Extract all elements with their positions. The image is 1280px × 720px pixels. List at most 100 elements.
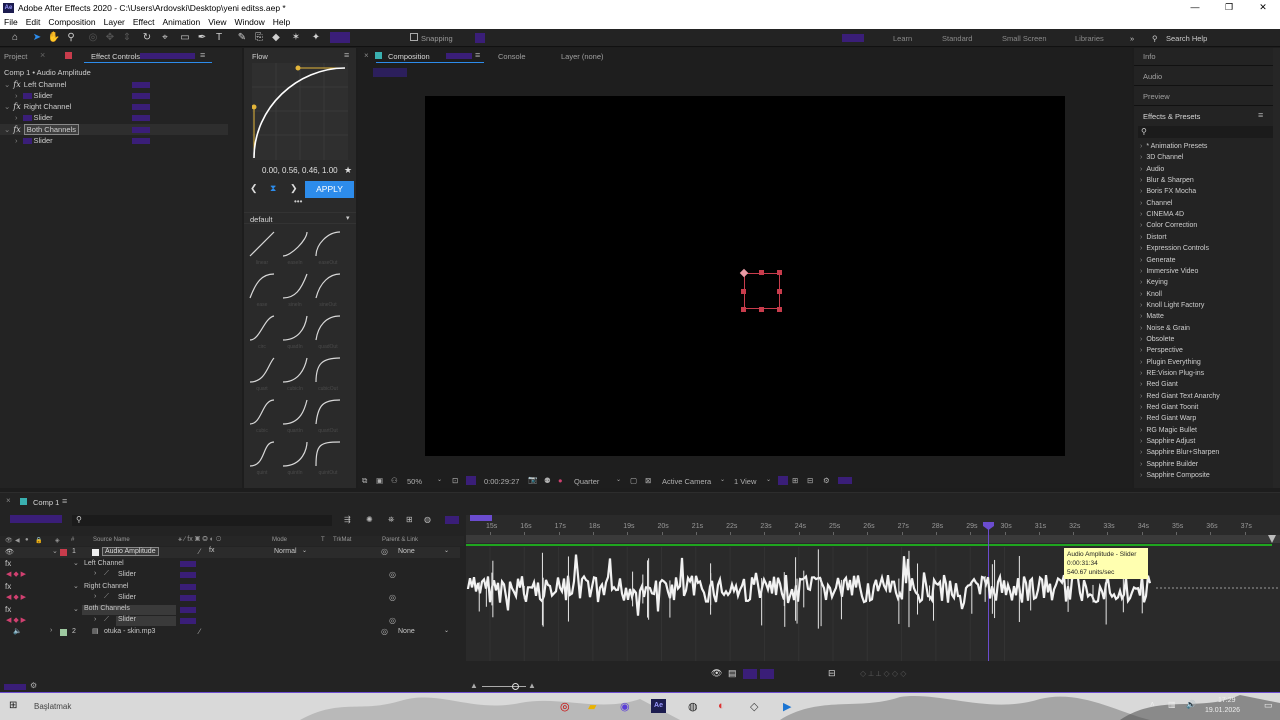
chevron-down-icon[interactable]: ⌄ bbox=[73, 582, 79, 590]
column-mode[interactable]: Mode bbox=[272, 537, 287, 543]
reset-marker[interactable] bbox=[132, 103, 150, 110]
property-row-slider[interactable]: ◀ ◆ ▶ › ⟋ Slider ◎ bbox=[0, 570, 460, 581]
effects-category-item[interactable]: Immersive Video bbox=[1140, 268, 1198, 275]
transparency-grid-icon[interactable]: ⊠ bbox=[645, 476, 651, 485]
workspace-default-marker[interactable] bbox=[842, 34, 864, 42]
effects-category-item[interactable]: 3D Channel bbox=[1140, 154, 1183, 161]
workspace-overflow-icon[interactable]: » bbox=[1130, 34, 1134, 43]
slider-value[interactable] bbox=[132, 137, 150, 144]
blend-mode-select[interactable]: Normal bbox=[274, 548, 297, 555]
param-row-slider[interactable]: › Slider bbox=[0, 112, 150, 123]
hand-tool-icon[interactable]: ✋ bbox=[47, 31, 61, 45]
fx-icon[interactable]: fx bbox=[13, 102, 20, 111]
effects-category-item[interactable]: Noise & Grain bbox=[1140, 325, 1190, 332]
ease-preset-curve[interactable] bbox=[314, 314, 342, 342]
graph-icon[interactable]: ⟋ bbox=[104, 593, 109, 601]
chevron-down-icon[interactable]: ⌄ bbox=[52, 547, 58, 555]
menu-animation[interactable]: Animation bbox=[162, 17, 200, 27]
effects-category-item[interactable]: Generate bbox=[1140, 257, 1175, 264]
effects-category-item[interactable]: Color Correction bbox=[1140, 222, 1197, 229]
chevron-right-icon[interactable]: › bbox=[50, 627, 52, 634]
effect-row-left-channel[interactable]: ⌄ fx Left Channel bbox=[0, 79, 150, 90]
home-icon[interactable]: ⌂ bbox=[8, 31, 22, 45]
chevron-down-icon[interactable]: ▾ bbox=[346, 214, 350, 222]
tab-composition[interactable]: Composition bbox=[388, 52, 430, 61]
tab-comp-1[interactable]: Comp 1 bbox=[33, 498, 59, 507]
workspace-standard[interactable]: Standard bbox=[942, 34, 972, 43]
effect-row-right-channel[interactable]: ⌄ fx Right Channel bbox=[0, 101, 150, 112]
puppet-tool-icon[interactable]: ✦ bbox=[309, 31, 323, 45]
layer-name[interactable]: Audio Amplitude bbox=[102, 547, 159, 556]
effects-category-item[interactable]: Perspective bbox=[1140, 347, 1183, 354]
shy-switch-icon[interactable]: ∕ bbox=[199, 547, 200, 556]
ease-preset-curve[interactable] bbox=[248, 398, 276, 426]
graph-editor-button[interactable] bbox=[445, 516, 459, 524]
volume-icon[interactable]: 🔊 bbox=[1186, 700, 1196, 709]
fx-icon[interactable]: fx bbox=[13, 80, 20, 89]
app-icon-media[interactable]: ▶ bbox=[783, 700, 791, 713]
effects-category-item[interactable]: Plugin Everything bbox=[1140, 359, 1200, 366]
fast-previews-icon[interactable]: ⊞ bbox=[792, 476, 798, 485]
menu-file[interactable]: File bbox=[4, 17, 18, 27]
effects-category-item[interactable]: Sapphire Composite bbox=[1140, 472, 1209, 479]
effects-category-item[interactable]: Blur & Sharpen bbox=[1140, 177, 1193, 184]
close-icon[interactable]: ✕ bbox=[1246, 2, 1280, 13]
layer-duration-bar[interactable] bbox=[466, 544, 1272, 546]
effects-category-item[interactable]: Red Giant Warp bbox=[1140, 415, 1196, 422]
bezier-values[interactable]: 0.00, 0.56, 0.46, 1.00 bbox=[262, 166, 338, 175]
rectangle-tool-icon[interactable]: ▭ bbox=[178, 31, 192, 45]
effect-name[interactable]: Both Channels bbox=[82, 605, 176, 615]
menu-edit[interactable]: Edit bbox=[26, 17, 41, 27]
menu-composition[interactable]: Composition bbox=[48, 17, 95, 27]
always-preview-icon[interactable]: ⧉ bbox=[362, 476, 367, 486]
reset-marker[interactable] bbox=[132, 81, 150, 88]
zoom-slider-track[interactable] bbox=[482, 686, 526, 687]
ease-preset-curve[interactable] bbox=[314, 230, 342, 258]
column-parent[interactable]: Parent & Link bbox=[382, 537, 418, 543]
chevron-down-icon[interactable]: ⌄ bbox=[444, 547, 449, 554]
current-timecode[interactable]: 0:00:29:27 bbox=[484, 477, 519, 486]
fit-selection-button[interactable] bbox=[760, 669, 774, 679]
chevron-right-icon[interactable]: › bbox=[94, 570, 96, 577]
effect-row-both-channels[interactable]: ⌄ fx Both Channels bbox=[0, 124, 228, 135]
show-snapshot-icon[interactable]: ⚉ bbox=[544, 476, 551, 485]
chevron-right-icon[interactable]: › bbox=[15, 136, 18, 145]
windows-start-icon[interactable]: ⊞ bbox=[9, 700, 17, 711]
panel-menu-icon[interactable]: ≡ bbox=[62, 496, 67, 506]
next-icon[interactable]: ❯ bbox=[290, 183, 298, 194]
chevron-right-icon[interactable]: › bbox=[15, 91, 18, 100]
zoom-slider-thumb[interactable] bbox=[512, 683, 519, 690]
effects-category-item[interactable]: Matte bbox=[1140, 313, 1164, 320]
snapping-checkbox[interactable] bbox=[410, 33, 418, 41]
stopwatch-icon[interactable] bbox=[22, 114, 32, 121]
snapshot-icon[interactable]: 📷 bbox=[528, 475, 537, 484]
audio-panel-tab[interactable]: Audio bbox=[1143, 72, 1162, 81]
bezier-curve[interactable] bbox=[251, 63, 348, 160]
favorite-icon[interactable]: ★ bbox=[344, 165, 352, 176]
timecode-display[interactable] bbox=[10, 515, 62, 523]
expression-pick-whip-icon[interactable]: ◎ bbox=[389, 570, 396, 579]
shy-switch-icon[interactable]: ∕ bbox=[199, 627, 200, 636]
expression-pick-whip-icon[interactable]: ◎ bbox=[389, 593, 396, 602]
slider-value[interactable] bbox=[180, 595, 196, 601]
chevron-down-icon[interactable]: ⌄ bbox=[616, 476, 621, 483]
panel-menu-icon[interactable]: ≡ bbox=[344, 50, 349, 60]
chevron-down-icon[interactable]: ⌄ bbox=[73, 605, 79, 613]
effects-category-item[interactable]: Boris FX Mocha bbox=[1140, 188, 1196, 195]
effects-category-item[interactable]: Knoll Light Factory bbox=[1140, 302, 1204, 309]
audio-waveform-graph[interactable] bbox=[466, 547, 1280, 661]
taskbar-search[interactable]: Başlatmak bbox=[34, 702, 71, 711]
workspace-learn[interactable]: Learn bbox=[893, 34, 912, 43]
effects-category-item[interactable]: RG Magic Bullet bbox=[1140, 427, 1197, 434]
ease-preset-curve[interactable] bbox=[314, 356, 342, 384]
parent-select[interactable]: None bbox=[398, 548, 415, 555]
slider-value[interactable] bbox=[132, 92, 150, 99]
render-settings-icon[interactable]: ⚙ bbox=[30, 681, 37, 690]
menu-effect[interactable]: Effect bbox=[133, 17, 155, 27]
app-icon-steam[interactable]: ◍ bbox=[688, 700, 698, 713]
zoom-in-icon[interactable]: ▲ bbox=[528, 681, 536, 690]
fx-icon[interactable]: fx bbox=[209, 547, 214, 554]
type-tool-icon[interactable]: T bbox=[212, 31, 226, 45]
close-icon[interactable]: × bbox=[40, 50, 45, 60]
effects-category-item[interactable]: Red Giant Toonit bbox=[1140, 404, 1198, 411]
